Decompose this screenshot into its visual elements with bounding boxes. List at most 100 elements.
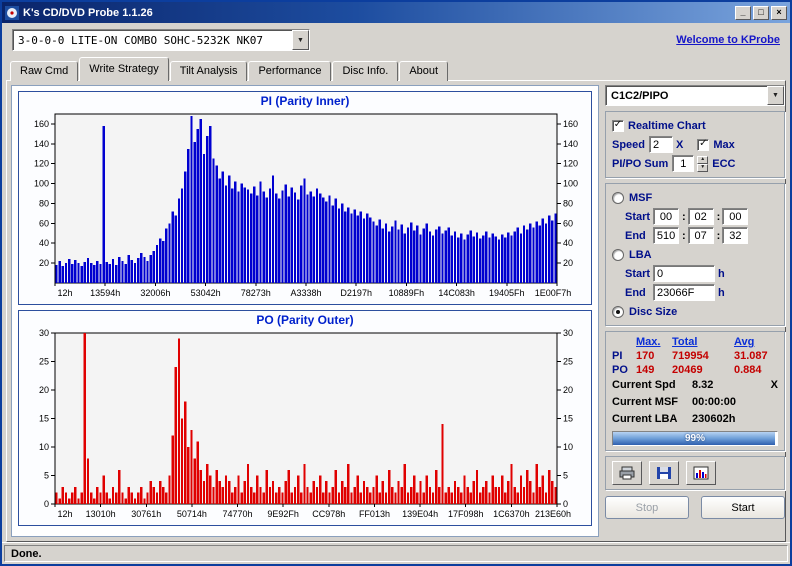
current-msf-row: Current MSF 00:00:00	[612, 393, 778, 410]
realtime-chart-checkbox[interactable]: ✓	[612, 119, 624, 132]
po-total-value: 20469	[672, 364, 703, 376]
tab-raw-cmd[interactable]: Raw Cmd	[10, 61, 79, 81]
save-button[interactable]	[649, 461, 679, 485]
po-chart-title: PO (Parity Outer)	[256, 313, 354, 327]
speed-input[interactable]: 2	[649, 136, 674, 153]
svg-text:CC978h: CC978h	[312, 509, 345, 519]
svg-text:0: 0	[563, 499, 568, 509]
svg-text:120: 120	[563, 159, 578, 169]
disc-size-radio[interactable]	[612, 305, 624, 318]
msf-separator: :	[716, 210, 721, 223]
export-chart-button[interactable]	[686, 461, 716, 485]
msf-start-sec-input[interactable]: 02	[687, 208, 714, 225]
current-msf-value: 00:00:00	[692, 395, 737, 408]
spinner-down-icon[interactable]: ▼	[697, 163, 709, 172]
drive-select[interactable]: 3-0-0-0 LITE-ON COMBO SOHC-5232K NK07 ▼	[12, 29, 310, 51]
lba-radio[interactable]	[612, 248, 624, 261]
pi-total-value: 719954	[672, 350, 709, 362]
tab-strip: Raw Cmd Write Strategy Tilt Analysis Per…	[2, 57, 790, 81]
check-icon: ✓	[613, 119, 623, 130]
disc-size-label: Disc Size	[629, 305, 678, 318]
pipo-sum-input[interactable]: 1	[672, 155, 695, 172]
po-chart: 0 0 5 5 10 10 15 15 20 20 25 25 30 30 12h 13010h 30761h 5…	[39, 328, 573, 519]
stop-button[interactable]: Stop	[605, 496, 689, 519]
svg-text:50714h: 50714h	[177, 509, 207, 519]
progress-text: 99%	[684, 433, 705, 444]
svg-text:25: 25	[563, 357, 573, 367]
minimize-icon: _	[740, 7, 746, 17]
svg-text:140: 140	[563, 139, 578, 149]
svg-text:25: 25	[39, 357, 49, 367]
dropdown-arrow-icon[interactable]: ▼	[292, 30, 309, 50]
svg-text:19405Fh: 19405Fh	[489, 288, 525, 298]
svg-text:60: 60	[563, 218, 573, 228]
po-avg-value: 0.884	[734, 364, 762, 376]
tab-disc-info[interactable]: Disc Info.	[332, 61, 399, 81]
svg-text:100: 100	[563, 179, 578, 189]
title-bar: K's CD/DVD Probe 1.1.26 _ □ ×	[2, 2, 790, 23]
tab-write-strategy[interactable]: Write Strategy	[79, 57, 169, 81]
action-buttons: Stop Start	[605, 496, 785, 519]
po-row-label: PO	[612, 364, 628, 376]
icon-toolbar	[605, 456, 785, 490]
svg-text:FF013h: FF013h	[359, 509, 390, 519]
svg-text:40: 40	[563, 238, 573, 248]
mode-select[interactable]: C1C2/PIPO ▼	[605, 85, 785, 106]
msf-end-min-input[interactable]: 510	[653, 227, 679, 244]
print-button[interactable]	[612, 461, 642, 485]
svg-text:13010h: 13010h	[86, 509, 116, 519]
msf-start-min-input[interactable]: 00	[653, 208, 679, 225]
svg-text:0: 0	[44, 499, 49, 509]
svg-text:A3338h: A3338h	[290, 288, 321, 298]
start-button[interactable]: Start	[701, 496, 785, 519]
svg-text:17F098h: 17F098h	[448, 509, 484, 519]
msf-separator: :	[716, 229, 721, 242]
printer-icon	[619, 466, 635, 480]
close-button[interactable]: ×	[771, 5, 787, 20]
svg-text:32006h: 32006h	[140, 288, 170, 298]
spinner-up-icon[interactable]: ▲	[697, 155, 709, 164]
svg-text:13594h: 13594h	[90, 288, 120, 298]
svg-text:60: 60	[39, 218, 49, 228]
status-text: Done.	[11, 547, 42, 560]
svg-text:80: 80	[39, 198, 49, 208]
progress-bar: 99%	[612, 431, 778, 446]
lba-start-unit: h	[718, 267, 725, 280]
msf-label: MSF	[629, 191, 653, 204]
svg-text:5: 5	[44, 471, 49, 481]
minimize-button[interactable]: _	[735, 5, 751, 20]
welcome-link[interactable]: Welcome to KProbe	[676, 34, 780, 46]
tab-tilt-analysis[interactable]: Tilt Analysis	[169, 61, 248, 81]
pi-max-value: 170	[636, 350, 655, 362]
current-speed-row: Current Spd 8.32 X	[612, 378, 778, 391]
msf-end-sec-input[interactable]: 07	[687, 227, 714, 244]
msf-start-label: Start	[625, 210, 651, 223]
svg-text:5: 5	[563, 471, 568, 481]
lba-start-input[interactable]: 0	[653, 265, 715, 282]
msf-start-frame-input[interactable]: 00	[722, 208, 749, 225]
range-group: MSF Start 00 : 02 : 00 End 510 : 07 : 32	[605, 183, 785, 326]
svg-text:9E92Fh: 9E92Fh	[267, 509, 299, 519]
chart-options-group: ✓ Realtime Chart Speed 2 X ✓ Max PI/PO S…	[605, 111, 785, 178]
tab-about[interactable]: About	[399, 61, 449, 81]
stats-header-avg: Avg	[734, 336, 755, 348]
svg-text:15: 15	[39, 414, 49, 424]
maximize-button[interactable]: □	[753, 5, 769, 20]
max-speed-checkbox[interactable]: ✓	[697, 138, 710, 151]
svg-text:20: 20	[563, 258, 573, 268]
svg-text:30: 30	[563, 328, 573, 338]
lba-end-input[interactable]: 23066F	[653, 284, 715, 301]
lba-end-label: End	[625, 286, 646, 299]
tab-performance[interactable]: Performance	[248, 61, 332, 81]
lba-end-unit: h	[718, 286, 725, 299]
dropdown-arrow-icon[interactable]: ▼	[767, 86, 784, 105]
svg-text:40: 40	[39, 238, 49, 248]
svg-text:30761h: 30761h	[131, 509, 161, 519]
msf-end-frame-input[interactable]: 32	[722, 227, 749, 244]
ecc-label: ECC	[712, 157, 736, 170]
current-speed-value: 8.32	[692, 378, 714, 391]
lba-start-label: Start	[625, 267, 651, 280]
svg-text:15: 15	[563, 414, 573, 424]
chart-image-icon	[693, 466, 709, 480]
msf-radio[interactable]	[612, 191, 624, 204]
